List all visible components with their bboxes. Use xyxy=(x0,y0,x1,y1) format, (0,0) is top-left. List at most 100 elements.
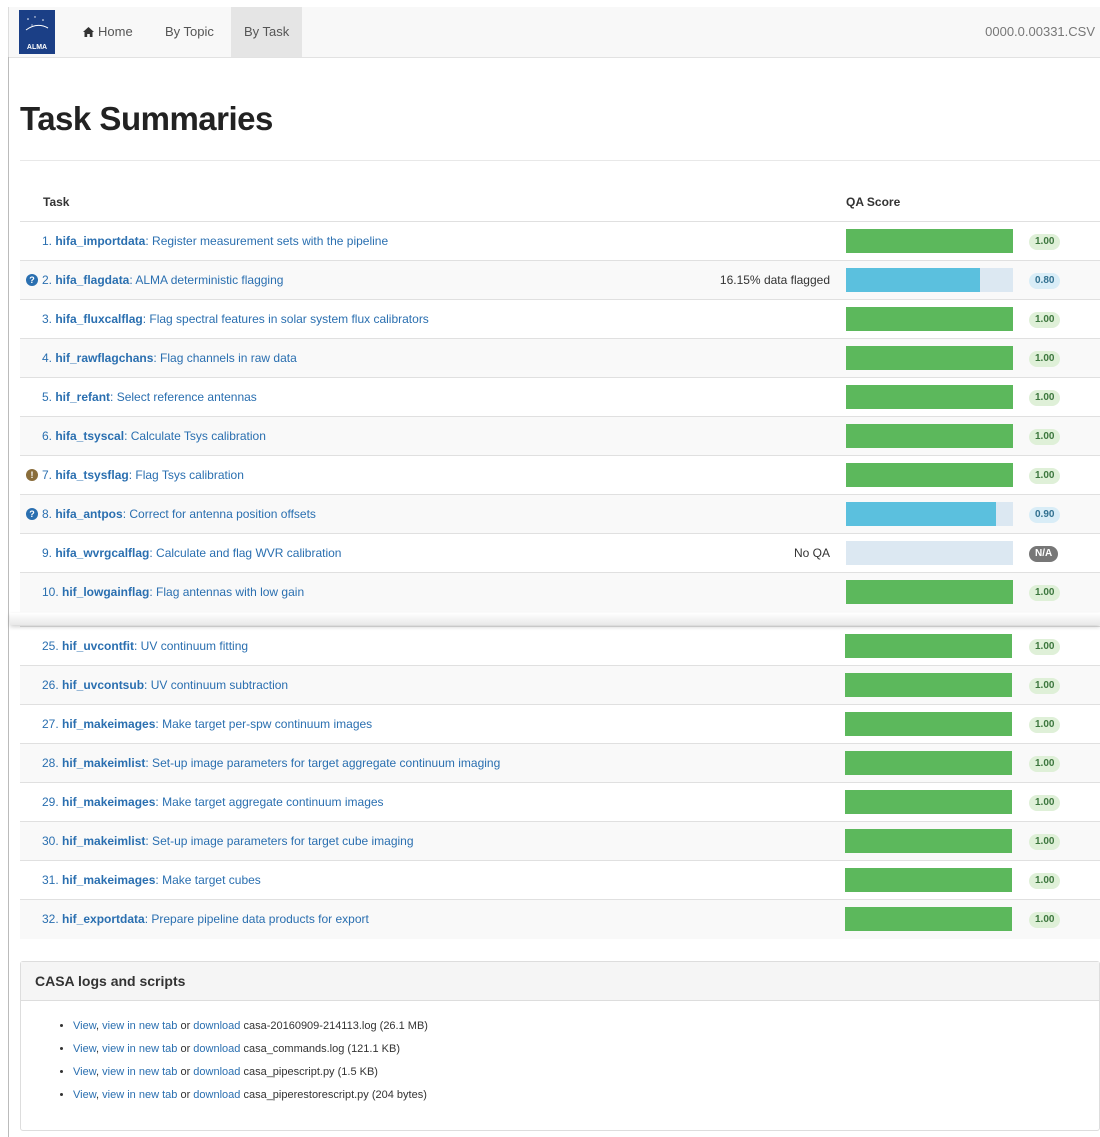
qa-score-badge: 1.00 xyxy=(1029,390,1061,406)
qa-score-bar-fill xyxy=(845,829,1012,853)
task-description: : Set-up image parameters for target cub… xyxy=(145,834,414,848)
qa-score-bar-fill xyxy=(845,634,1012,658)
task-description: : Calculate Tsys calibration xyxy=(124,429,266,443)
download-link[interactable]: download xyxy=(193,1066,240,1078)
qa-score-bar xyxy=(845,673,1012,697)
task-description: : Set-up image parameters for target agg… xyxy=(145,756,501,770)
task-link[interactable]: 25. hif_uvcontfit: UV continuum fitting xyxy=(42,627,248,666)
qa-score-bar xyxy=(846,463,1013,487)
task-link[interactable]: 4. hif_rawflagchans: Flag channels in ra… xyxy=(42,339,297,378)
qa-score-badge: 1.00 xyxy=(1029,351,1061,367)
task-link[interactable]: 2. hifa_flagdata: ALMA deterministic fla… xyxy=(42,261,283,300)
task-number: 4. xyxy=(42,351,56,365)
qa-score-bar xyxy=(846,541,1013,565)
table-row: 5. hif_refant: Select reference antennas… xyxy=(20,377,1100,417)
question-circle-icon[interactable]: ? xyxy=(26,274,38,286)
task-link[interactable]: 30. hif_makeimlist: Set-up image paramet… xyxy=(42,822,414,861)
qa-score-badge: 1.00 xyxy=(1029,312,1061,328)
view-link[interactable]: View xyxy=(73,1043,96,1055)
view-in-new-tab-link[interactable]: view in new tab xyxy=(102,1043,177,1055)
qa-score-badge: 1.00 xyxy=(1029,795,1061,811)
task-link[interactable]: 5. hif_refant: Select reference antennas xyxy=(42,378,257,417)
qa-score-bar-fill xyxy=(846,346,1013,370)
task-description: : Prepare pipeline data products for exp… xyxy=(144,912,369,926)
task-link[interactable]: 7. hifa_tsysflag: Flag Tsys calibration xyxy=(42,456,244,495)
table-row: 1. hifa_importdata: Register measurement… xyxy=(20,221,1100,261)
task-link[interactable]: 29. hif_makeimages: Make target aggregat… xyxy=(42,783,384,822)
table-row: 25. hif_uvcontfit: UV continuum fitting 1… xyxy=(20,626,1100,666)
qa-score-bar-fill xyxy=(845,751,1012,775)
question-circle-icon[interactable]: ? xyxy=(26,508,38,520)
qa-score-bar-fill xyxy=(846,463,1013,487)
qa-score-bar-fill xyxy=(846,580,1013,604)
view-link[interactable]: View xyxy=(73,1020,96,1032)
task-link[interactable]: 10. hif_lowgainflag: Flag antennas with … xyxy=(42,573,304,612)
task-link[interactable]: 31. hif_makeimages: Make target cubes xyxy=(42,861,261,900)
download-link[interactable]: download xyxy=(193,1089,240,1101)
table-row: 30. hif_makeimlist: Set-up image paramet… xyxy=(20,821,1100,861)
qa-score-bar xyxy=(846,307,1013,331)
task-name: hifa_importdata xyxy=(55,234,146,248)
task-description: : Correct for antenna position offsets xyxy=(122,507,316,521)
qa-score-bar-fill xyxy=(845,673,1012,697)
table-row: 32. hif_exportdata: Prepare pipeline dat… xyxy=(20,899,1100,939)
qa-score-badge: 0.80 xyxy=(1029,273,1061,289)
task-description: : Flag channels in raw data xyxy=(153,351,297,365)
or-text: or xyxy=(180,1043,191,1055)
task-link[interactable]: 32. hif_exportdata: Prepare pipeline dat… xyxy=(42,900,369,939)
task-name: hif_rawflagchans xyxy=(55,351,154,365)
view-in-new-tab-link[interactable]: view in new tab xyxy=(102,1089,177,1101)
task-number: 5. xyxy=(42,390,56,404)
task-link[interactable]: 28. hif_makeimlist: Set-up image paramet… xyxy=(42,744,500,783)
task-name: hifa_flagdata xyxy=(55,273,130,287)
or-text: or xyxy=(180,1020,191,1032)
task-link[interactable]: 3. hifa_fluxcalflag: Flag spectral featu… xyxy=(42,300,429,339)
qa-score-badge: 1.00 xyxy=(1029,468,1061,484)
task-number: 9. xyxy=(42,546,56,560)
exclamation-circle-icon[interactable]: ! xyxy=(26,469,38,481)
task-number: 25. xyxy=(42,639,63,653)
task-name: hif_uvcontsub xyxy=(62,678,145,692)
task-link[interactable]: 6. hifa_tsyscal: Calculate Tsys calibrat… xyxy=(42,417,266,456)
task-link[interactable]: 8. hifa_antpos: Correct for antenna posi… xyxy=(42,495,316,534)
task-name: hif_exportdata xyxy=(62,912,145,926)
task-number: 10. xyxy=(42,585,63,599)
view-in-new-tab-link[interactable]: view in new tab xyxy=(102,1020,177,1032)
task-name: hif_lowgainflag xyxy=(62,585,150,599)
task-description: : ALMA deterministic flagging xyxy=(129,273,284,287)
task-number: 26. xyxy=(42,678,63,692)
table-row: 10. hif_lowgainflag: Flag antennas with … xyxy=(20,572,1100,612)
qa-score-badge: 1.00 xyxy=(1029,678,1061,694)
view-link[interactable]: View xyxy=(73,1089,96,1101)
download-link[interactable]: download xyxy=(193,1020,240,1032)
task-number: 31. xyxy=(42,873,63,887)
table-row: 9. hifa_wvrgcalflag: Calculate and flag … xyxy=(20,533,1100,573)
table-row: 31. hif_makeimages: Make target cubes 1.0… xyxy=(20,860,1100,900)
qa-score-bar xyxy=(846,580,1013,604)
qa-score-badge: N/A xyxy=(1029,546,1059,562)
task-description: : Flag spectral features in solar system… xyxy=(142,312,429,326)
casa-file-list: View, view in new tab or download casa-2… xyxy=(21,1001,1099,1107)
qa-score-bar xyxy=(845,790,1012,814)
qa-score-badge: 1.00 xyxy=(1029,639,1061,655)
file-name: casa-20160909-214113.log xyxy=(243,1020,377,1032)
download-link[interactable]: download xyxy=(193,1043,240,1055)
task-number: 28. xyxy=(42,756,63,770)
qa-score-bar xyxy=(846,229,1013,253)
task-number: 27. xyxy=(42,717,63,731)
task-number: 7. xyxy=(42,468,56,482)
qa-score-bar xyxy=(845,712,1012,736)
qa-score-bar xyxy=(846,385,1013,409)
task-link[interactable]: 1. hifa_importdata: Register measurement… xyxy=(42,222,388,261)
casa-panel-heading: CASA logs and scripts xyxy=(21,962,1099,1001)
table-row: 26. hif_uvcontsub: UV continuum subtract… xyxy=(20,665,1100,705)
task-link[interactable]: 26. hif_uvcontsub: UV continuum subtract… xyxy=(42,666,288,705)
qa-score-bar xyxy=(845,868,1012,892)
view-in-new-tab-link[interactable]: view in new tab xyxy=(102,1066,177,1078)
task-name: hif_uvcontfit xyxy=(62,639,135,653)
casa-file-item: View, view in new tab or download casa_c… xyxy=(73,1038,1099,1061)
task-link[interactable]: 27. hif_makeimages: Make target per-spw … xyxy=(42,705,372,744)
view-link[interactable]: View xyxy=(73,1066,96,1078)
qa-score-badge: 1.00 xyxy=(1029,717,1061,733)
task-link[interactable]: 9. hifa_wvrgcalflag: Calculate and flag … xyxy=(42,534,341,573)
